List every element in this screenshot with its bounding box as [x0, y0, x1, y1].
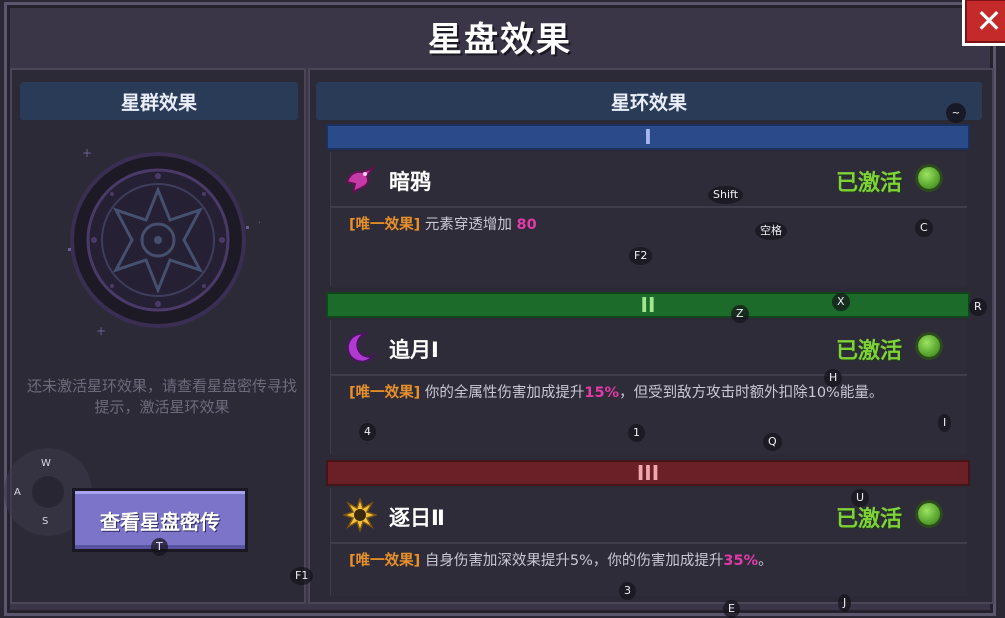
close-button[interactable]: ✕: [962, 0, 1005, 46]
effect-text: 你的全属性伤害加成提升: [424, 385, 585, 401]
ring-card-1: 暗鸦 已激活 [唯一效果] 元素穿透增加 80: [330, 152, 967, 286]
active-gem-icon: [915, 164, 943, 192]
ring-numeral-3: III: [636, 461, 660, 485]
effect-text-after: ，但受到敌方攻击时额外扣除10%能量。: [619, 385, 884, 401]
effect-highlight: 80: [516, 217, 537, 233]
active-gem-icon: [915, 332, 943, 360]
active-gem-icon: [915, 500, 943, 528]
effect-tag: [唯一效果]: [349, 553, 421, 569]
effect-text: 元素穿透增加: [424, 217, 517, 233]
raven-icon: [345, 165, 376, 194]
card-head-2: 追月Ⅰ 已激活: [331, 320, 967, 376]
card-head-1: 暗鸦 已激活: [331, 152, 967, 208]
key-hint-e: E: [723, 600, 740, 618]
card-effect-1: [唯一效果] 元素穿透增加 80: [349, 214, 949, 236]
card-status-2: 已激活: [836, 339, 903, 364]
ring-numeral-1: I: [644, 125, 652, 149]
close-icon: ✕: [975, 2, 1003, 40]
card-head-3: 逐日Ⅱ 已激活: [331, 488, 967, 544]
constellation-header: 星群效果: [20, 82, 298, 120]
key-hint-shift: Shift: [708, 186, 744, 204]
card-name-2: 追月Ⅰ: [389, 338, 439, 362]
key-hint-4: 4: [359, 423, 376, 441]
ring-header-1: I: [326, 124, 970, 150]
effect-highlight: 15%: [584, 385, 620, 401]
star-disk-emblem: [68, 152, 249, 328]
constellation-hint-text: 还未激活星环效果，请查看星盘密传寻找提示，激活星环效果: [26, 377, 297, 416]
ring-card-2: 追月Ⅰ 已激活 [唯一效果] 你的全属性伤害加成提升15%，但受到敌方攻击时额外…: [330, 320, 967, 454]
card-status-1: 已激活: [836, 171, 903, 196]
effect-tag: [唯一效果]: [349, 217, 421, 233]
key-hint-u: U: [851, 489, 870, 507]
key-hint-s: S: [42, 516, 49, 527]
key-hint-x: X: [832, 293, 850, 311]
ring-header-2: II: [326, 292, 970, 318]
joystick-knob[interactable]: [32, 476, 64, 508]
card-name-3: 逐日Ⅱ: [389, 506, 445, 530]
ring-numeral-2: II: [640, 293, 656, 317]
key-hint-tilde: ~: [946, 103, 966, 123]
dialog-title: 星盘效果: [428, 20, 572, 60]
effect-tag: [唯一效果]: [349, 385, 421, 401]
star-ring-header: 星环效果: [316, 82, 982, 120]
effect-highlight: 35%: [723, 553, 759, 569]
key-hint-t: T: [151, 538, 168, 556]
sun-icon: [343, 498, 377, 532]
key-hint-q: Q: [763, 433, 782, 451]
ring-card-3: 逐日Ⅱ 已激活 [唯一效果] 自身伤害加深效果提升5%，你的伤害加成提升35%。: [330, 488, 967, 596]
key-hint-space: 空格: [755, 222, 787, 240]
card-effect-3: [唯一效果] 自身伤害加深效果提升5%，你的伤害加成提升35%。: [349, 550, 949, 572]
card-effect-2: [唯一效果] 你的全属性伤害加成提升15%，但受到敌方攻击时额外扣除10%能量。: [349, 382, 949, 404]
key-hint-w: W: [41, 458, 51, 469]
key-hint-1: 1: [628, 424, 645, 442]
sparkle-icon: ·: [258, 218, 262, 229]
key-hint-z: Z: [731, 305, 749, 323]
card-status-3: 已激活: [836, 507, 903, 532]
key-hint-a: A: [14, 487, 21, 498]
key-hint-r: R: [969, 298, 987, 316]
card-name-1: 暗鸦: [389, 170, 431, 194]
key-hint-3: 3: [619, 582, 636, 600]
ring-header-3: III: [326, 460, 970, 486]
effect-text: 自身伤害加深效果提升5%，你的伤害加成提升: [424, 553, 724, 569]
key-hint-c: C: [915, 219, 933, 237]
sparkle-icon: +: [82, 146, 93, 160]
effect-text-after: 。: [758, 553, 773, 569]
sparkle-icon: +: [96, 324, 107, 338]
crescent-moon-icon: [346, 332, 376, 363]
